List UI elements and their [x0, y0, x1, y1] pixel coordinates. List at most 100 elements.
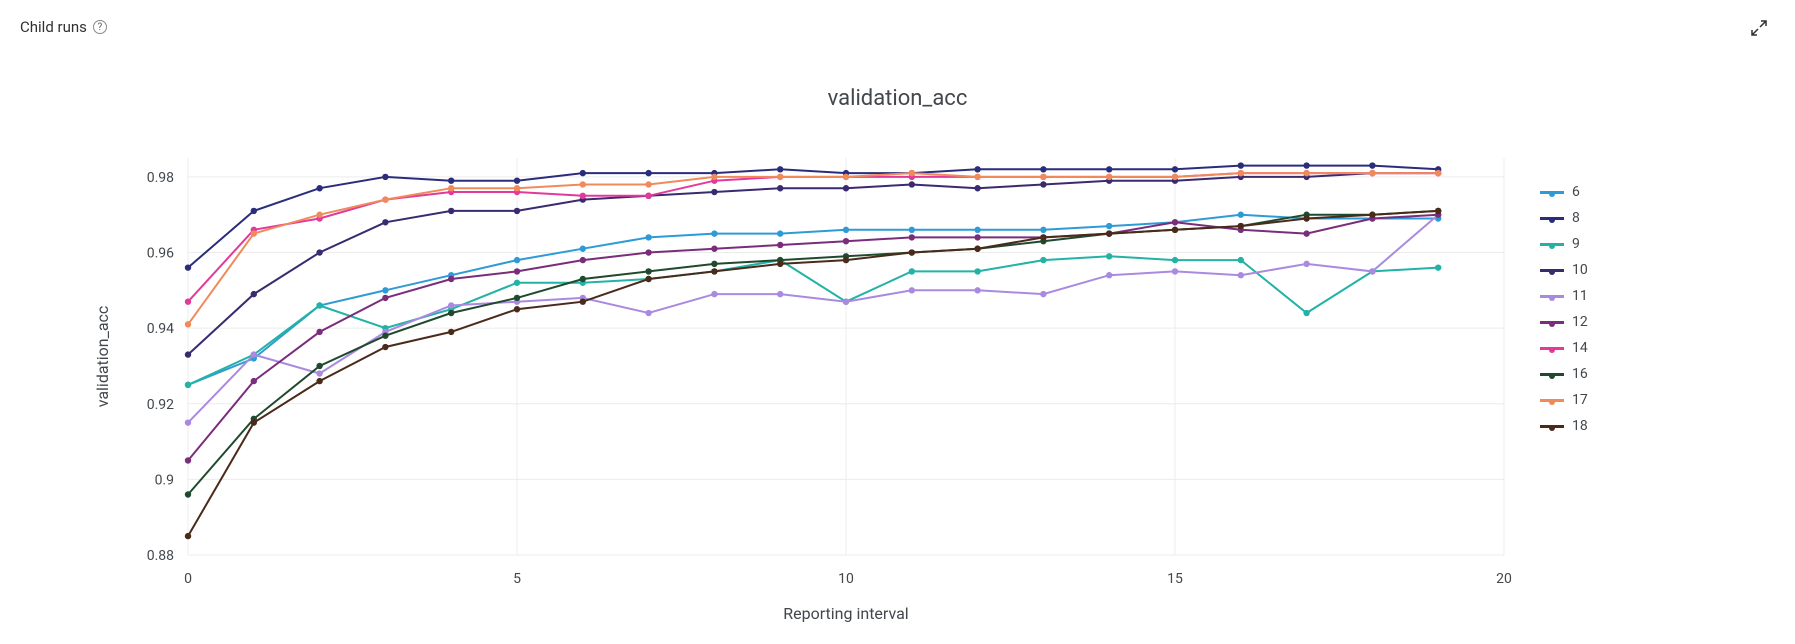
series-dot-18[interactable] [777, 261, 783, 267]
series-dot-9[interactable] [1172, 257, 1178, 263]
series-dot-17[interactable] [1040, 174, 1046, 180]
series-dot-18[interactable] [448, 329, 454, 335]
series-dot-11[interactable] [711, 291, 717, 297]
series-dot-17[interactable] [1435, 170, 1441, 176]
series-dot-10[interactable] [185, 351, 191, 357]
series-dot-11[interactable] [448, 302, 454, 308]
legend-item-9[interactable]: 9 [1540, 236, 1588, 252]
legend-item-14[interactable]: 14 [1540, 340, 1588, 356]
series-dot-8[interactable] [1106, 166, 1112, 172]
series-dot-12[interactable] [909, 234, 915, 240]
series-dot-11[interactable] [1106, 272, 1112, 278]
series-dot-12[interactable] [777, 242, 783, 248]
series-dot-14[interactable] [185, 298, 191, 304]
series-dot-11[interactable] [251, 351, 257, 357]
series-dot-6[interactable] [1238, 212, 1244, 218]
series-dot-8[interactable] [185, 264, 191, 270]
series-dot-17[interactable] [1303, 170, 1309, 176]
series-dot-12[interactable] [1172, 219, 1178, 225]
series-dot-16[interactable] [580, 276, 586, 282]
series-dot-18[interactable] [1172, 227, 1178, 233]
series-dot-6[interactable] [1040, 227, 1046, 233]
series-dot-12[interactable] [711, 246, 717, 252]
legend-item-12[interactable]: 12 [1540, 314, 1588, 330]
series-dot-10[interactable] [843, 185, 849, 191]
series-dot-17[interactable] [1106, 174, 1112, 180]
series-dot-18[interactable] [1238, 223, 1244, 229]
series-dot-11[interactable] [843, 298, 849, 304]
series-dot-12[interactable] [645, 249, 651, 255]
series-dot-16[interactable] [514, 295, 520, 301]
series-dot-8[interactable] [580, 170, 586, 176]
series-dot-8[interactable] [251, 208, 257, 214]
legend-item-10[interactable]: 10 [1540, 262, 1588, 278]
plot-area[interactable]: 0.880.90.920.940.960.9805101520Reporting… [0, 0, 1795, 644]
series-dot-8[interactable] [1369, 162, 1375, 168]
series-dot-8[interactable] [974, 166, 980, 172]
series-dot-6[interactable] [1106, 223, 1112, 229]
series-dot-17[interactable] [909, 170, 915, 176]
series-dot-6[interactable] [974, 227, 980, 233]
series-dot-12[interactable] [1303, 230, 1309, 236]
series-dot-18[interactable] [382, 344, 388, 350]
series-dot-11[interactable] [316, 370, 322, 376]
series-dot-17[interactable] [645, 181, 651, 187]
series-dot-18[interactable] [514, 306, 520, 312]
series-dot-11[interactable] [974, 287, 980, 293]
series-dot-6[interactable] [382, 287, 388, 293]
series-line-14[interactable] [188, 173, 1438, 302]
series-dot-18[interactable] [843, 257, 849, 263]
series-dot-8[interactable] [448, 177, 454, 183]
series-dot-11[interactable] [909, 287, 915, 293]
series-dot-11[interactable] [1172, 268, 1178, 274]
series-dot-12[interactable] [382, 295, 388, 301]
series-dot-18[interactable] [316, 378, 322, 384]
series-dot-8[interactable] [1172, 166, 1178, 172]
series-dot-12[interactable] [514, 268, 520, 274]
series-dot-11[interactable] [1369, 268, 1375, 274]
series-dot-16[interactable] [316, 363, 322, 369]
plot-svg[interactable]: 0.880.90.920.940.960.9805101520Reporting… [0, 0, 1795, 644]
legend-item-6[interactable]: 6 [1540, 184, 1588, 200]
series-dot-18[interactable] [1106, 230, 1112, 236]
series-dot-17[interactable] [382, 196, 388, 202]
series-dot-16[interactable] [645, 268, 651, 274]
series-dot-17[interactable] [185, 321, 191, 327]
series-dot-16[interactable] [382, 333, 388, 339]
legend-item-17[interactable]: 17 [1540, 392, 1588, 408]
series-dot-12[interactable] [251, 378, 257, 384]
series-dot-8[interactable] [514, 177, 520, 183]
series-dot-17[interactable] [251, 230, 257, 236]
series-dot-10[interactable] [909, 181, 915, 187]
series-dot-6[interactable] [514, 257, 520, 263]
series-dot-10[interactable] [448, 208, 454, 214]
series-dot-16[interactable] [448, 310, 454, 316]
series-line-10[interactable] [188, 173, 1438, 355]
series-dot-12[interactable] [580, 257, 586, 263]
series-dot-9[interactable] [1238, 257, 1244, 263]
series-dot-17[interactable] [448, 185, 454, 191]
series-dot-17[interactable] [316, 212, 322, 218]
series-dot-10[interactable] [974, 185, 980, 191]
series-dot-8[interactable] [645, 170, 651, 176]
series-dot-11[interactable] [777, 291, 783, 297]
series-dot-9[interactable] [1435, 264, 1441, 270]
series-dot-17[interactable] [777, 174, 783, 180]
series-dot-16[interactable] [711, 261, 717, 267]
series-dot-12[interactable] [974, 234, 980, 240]
series-dot-10[interactable] [251, 291, 257, 297]
series-dot-18[interactable] [185, 533, 191, 539]
series-dot-18[interactable] [1435, 208, 1441, 214]
series-dot-9[interactable] [974, 268, 980, 274]
series-dot-17[interactable] [843, 174, 849, 180]
series-dot-10[interactable] [382, 219, 388, 225]
series-dot-9[interactable] [1303, 310, 1309, 316]
series-dot-17[interactable] [711, 174, 717, 180]
series-dot-17[interactable] [1172, 174, 1178, 180]
series-dot-6[interactable] [843, 227, 849, 233]
series-dot-18[interactable] [1040, 234, 1046, 240]
series-dot-9[interactable] [316, 302, 322, 308]
series-dot-18[interactable] [580, 298, 586, 304]
series-dot-18[interactable] [711, 268, 717, 274]
series-line-11[interactable] [188, 215, 1438, 423]
